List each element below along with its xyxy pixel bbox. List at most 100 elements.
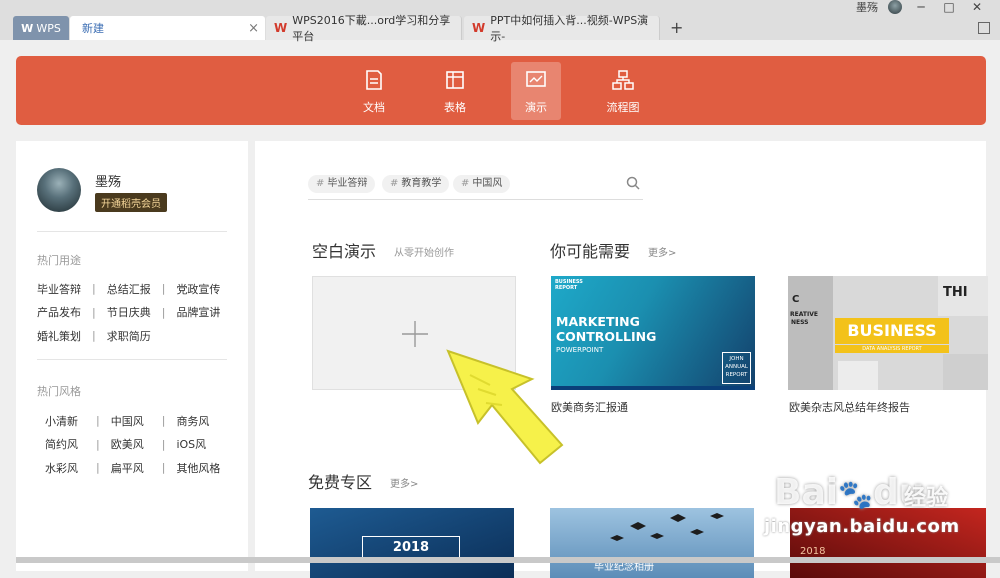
minimize-button[interactable]: ─ xyxy=(912,0,930,14)
tag-link[interactable]: 总结汇报 xyxy=(107,281,151,297)
user-avatar-large[interactable] xyxy=(37,168,81,212)
tag-link[interactable]: 品牌宣讲 xyxy=(176,304,220,320)
sidebar: 墨殇 开通稻壳会员 热门用途 毕业答辩 | 总结汇报 | 党政宣传 产品发布 | 节日… xyxy=(16,141,248,571)
template-caption[interactable]: 欧美商务汇报通 xyxy=(551,399,628,415)
free-zone-title: 免费专区 xyxy=(308,473,373,492)
tag-link[interactable]: 毕业答辩 xyxy=(37,281,81,297)
tag-link[interactable]: 求职简历 xyxy=(107,328,151,344)
tag-divider: | xyxy=(96,461,100,475)
watermark-brand: Bai🐾du xyxy=(774,472,925,513)
watermark-url: jingyan.baidu.com xyxy=(764,516,960,537)
divider xyxy=(37,231,227,232)
tag-link[interactable]: 欧美风 xyxy=(111,436,151,452)
tab-new-label: 新建 xyxy=(82,22,104,35)
document-icon xyxy=(366,70,382,90)
tag-link[interactable]: 党政宣传 xyxy=(176,281,220,297)
tag-divider: | xyxy=(161,282,166,296)
close-tab-icon[interactable]: × xyxy=(248,21,259,36)
tab-doc1-label: WPS2016下載...ord学习和分享平台 xyxy=(292,14,451,43)
grad-caps-image xyxy=(610,513,724,541)
tag-link[interactable]: 婚礼策划 xyxy=(37,328,81,344)
more-link[interactable]: 更多> xyxy=(648,244,676,259)
tab-document[interactable]: 文档 xyxy=(349,62,399,120)
watermark-cn: 经验 xyxy=(904,486,949,511)
template-bar xyxy=(551,386,755,390)
tab-doc-wps2016[interactable]: W WPS2016下載...ord学习和分享平台 xyxy=(266,14,462,43)
tag-link[interactable]: 商务风 xyxy=(176,413,209,429)
search-tag-chip[interactable]: # 教育教学 xyxy=(382,175,450,193)
tab-document-label: 文档 xyxy=(363,101,385,114)
template-caption[interactable]: 欧美杂志风总结年终报告 xyxy=(789,399,910,415)
hot-style-row: 小清新 | 中国风 | 商务风 xyxy=(45,409,245,433)
wps-logo-icon: W xyxy=(21,21,34,35)
user-avatar[interactable] xyxy=(888,0,902,14)
template-subheading: DATA ANALYSIS REPORT xyxy=(835,345,949,353)
template-year: 2018 xyxy=(800,546,826,557)
tag-link[interactable]: 其他风格 xyxy=(176,460,220,476)
template-small-label: BUSINESS REPORT xyxy=(555,279,583,291)
horizontal-scrollbar[interactable] xyxy=(16,557,1000,563)
tag-link[interactable]: 中国风 xyxy=(111,413,151,429)
tag-link[interactable]: 简约风 xyxy=(45,436,85,452)
sidebar-user-name: 墨殇 xyxy=(95,175,122,190)
maximize-button[interactable]: □ xyxy=(940,0,958,14)
vip-button[interactable]: 开通稻壳会员 xyxy=(95,193,167,212)
hot-use-list: 毕业答辩 | 总结汇报 | 党政宣传 产品发布 | 节日庆典 | 品牌宣讲 婚礼策划 | … xyxy=(37,277,237,348)
svg-text:REATIVE: REATIVE xyxy=(790,311,818,318)
tag-link[interactable]: iOS风 xyxy=(176,436,206,452)
search-icon[interactable] xyxy=(626,176,640,190)
side-panel-icon[interactable] xyxy=(978,22,990,34)
new-blank-presentation-button[interactable] xyxy=(312,276,516,390)
hot-use-row: 毕业答辩 | 总结汇报 | 党政宣传 xyxy=(37,277,237,301)
flowchart-icon xyxy=(612,70,634,90)
template-card-business[interactable]: C REATIVE NESS THI BUSINESS DATA ANALYSI… xyxy=(788,276,988,390)
tag-divider: | xyxy=(96,414,100,428)
tab-spreadsheet[interactable]: 表格 xyxy=(430,62,480,120)
more-link[interactable]: 更多> xyxy=(390,475,418,490)
presentation-icon xyxy=(526,71,546,87)
tag-link[interactable]: 节日庆典 xyxy=(107,304,151,320)
user-name[interactable]: 墨殇 xyxy=(856,0,878,15)
chip-label: 毕业答辩 xyxy=(327,178,368,189)
chip-label: 中国风 xyxy=(472,178,503,189)
svg-text:THI: THI xyxy=(943,285,968,300)
template-box: JOHN ANNUAL REPORT xyxy=(722,352,751,384)
new-tab-button[interactable]: + xyxy=(670,18,683,37)
free-template-card[interactable]: 2018 xyxy=(310,508,514,578)
tab-doc-ppt-video[interactable]: W PPT中如何插入背...视频-WPS演示- xyxy=(464,14,660,43)
close-window-button[interactable]: ✕ xyxy=(968,0,986,14)
table-icon xyxy=(446,71,464,89)
tag-link[interactable]: 扁平风 xyxy=(111,460,151,476)
search-tag-chip[interactable]: # 毕业答辩 xyxy=(308,175,376,193)
hot-style-row: 水彩风 | 扁平风 | 其他风格 xyxy=(45,456,245,480)
hot-use-title: 热门用途 xyxy=(37,254,81,267)
tag-link[interactable]: 小清新 xyxy=(45,413,85,429)
tag-divider: | xyxy=(161,461,166,475)
tag-link[interactable]: 产品发布 xyxy=(37,304,81,320)
search-bar[interactable]: # 毕业答辩 # 教育教学 # 中国风 xyxy=(308,172,643,200)
tab-wps-home[interactable]: W WPS xyxy=(13,16,69,40)
blank-presentation-title: 空白演示 xyxy=(312,242,377,261)
tag-divider: | xyxy=(92,282,96,296)
baidu-watermark: Bai🐾du 经验 jingyan.baidu.com xyxy=(764,458,1000,540)
tag-link[interactable]: 水彩风 xyxy=(45,460,85,476)
template-card-marketing[interactable]: BUSINESS REPORT MARKETING CONTROLLING POWE… xyxy=(551,276,755,390)
divider xyxy=(37,359,227,360)
search-tag-chip[interactable]: # 中国风 xyxy=(453,175,511,193)
tab-flowchart-label: 流程图 xyxy=(606,101,640,114)
template-heading: MARKETING CONTROLLING xyxy=(556,314,657,344)
wps-writer-icon: W xyxy=(472,21,486,35)
hot-use-row: 婚礼策划 | 求职简历 xyxy=(37,324,237,348)
type-selector-header: 文档 表格 演示 流程图 xyxy=(16,56,986,125)
free-template-card[interactable]: 毕业纪念相册 xyxy=(550,508,754,578)
tag-divider: | xyxy=(161,414,166,428)
tab-presentation[interactable]: 演示 xyxy=(511,62,561,120)
hash-icon: # xyxy=(390,178,399,189)
tab-flowchart[interactable]: 流程图 xyxy=(598,62,648,120)
tab-spreadsheet-label: 表格 xyxy=(444,101,466,114)
tab-new[interactable]: 新建 × xyxy=(70,16,265,40)
tag-divider: | xyxy=(92,305,96,319)
template-subheading: POWERPOINT xyxy=(556,346,604,354)
tag-divider: | xyxy=(92,329,96,343)
svg-text:NESS: NESS xyxy=(791,319,809,326)
